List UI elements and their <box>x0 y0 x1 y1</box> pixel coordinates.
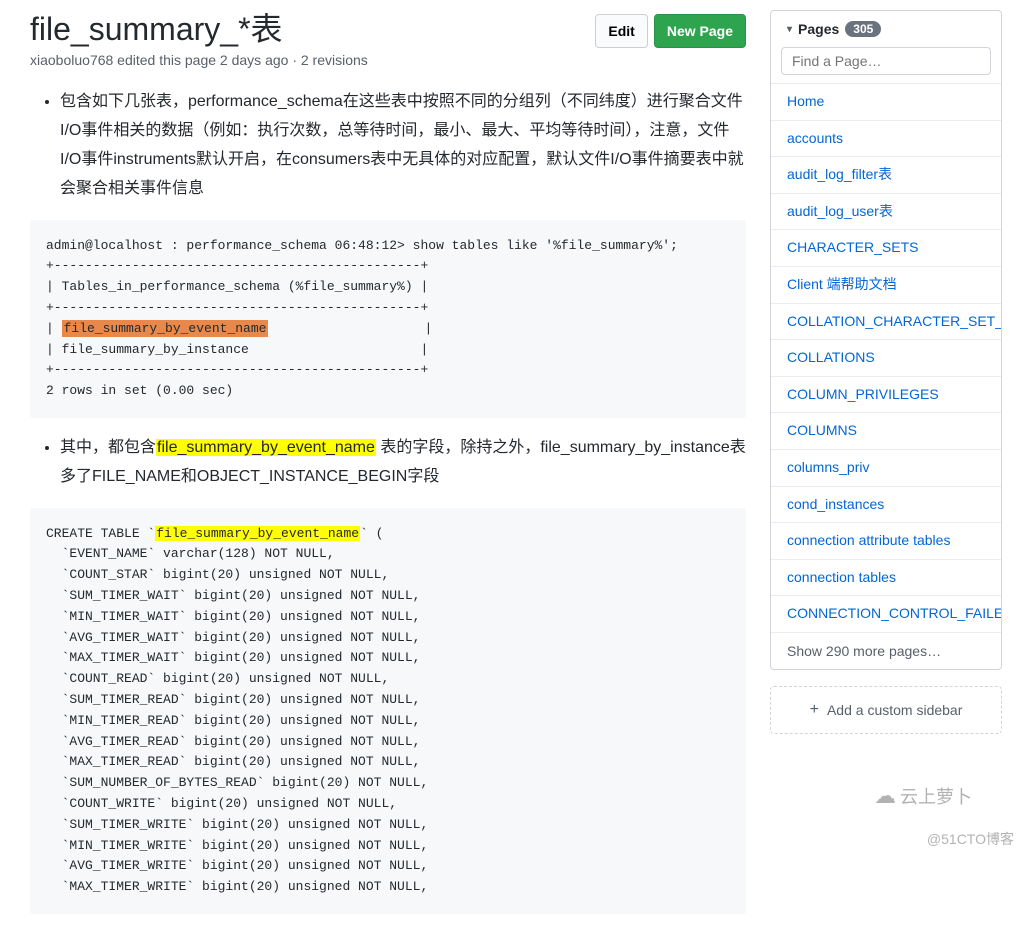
sidebar-item-columns-priv[interactable]: columns_priv <box>771 449 1001 486</box>
pages-count-badge: 305 <box>845 21 881 37</box>
show-more-pages[interactable]: Show 290 more pages… <box>771 632 1001 669</box>
pages-header[interactable]: ▾ Pages 305 <box>771 11 1001 47</box>
sidebar-item-home[interactable]: Home <box>771 83 1001 120</box>
code-block-1: admin@localhost : performance_schema 06:… <box>30 220 746 418</box>
sidebar-item-column-privileges[interactable]: COLUMN_PRIVILEGES <box>771 376 1001 413</box>
sidebar-item-audit-log-user[interactable]: audit_log_user表 <box>771 193 1001 230</box>
sidebar-item-columns[interactable]: COLUMNS <box>771 412 1001 449</box>
sidebar-item-collations[interactable]: COLLATIONS <box>771 339 1001 376</box>
highlight-yellow: file_summary_by_event_name <box>155 526 360 541</box>
sidebar: ▾ Pages 305 Home accounts audit_log_filt… <box>770 10 1002 930</box>
pages-box: ▾ Pages 305 Home accounts audit_log_filt… <box>770 10 1002 670</box>
page-title: file_summary_*表 <box>30 10 595 48</box>
edit-button[interactable]: Edit <box>595 14 647 48</box>
sidebar-item-cond-instances[interactable]: cond_instances <box>771 486 1001 523</box>
caret-down-icon: ▾ <box>787 24 792 35</box>
sidebar-item-conn-attr-tables[interactable]: connection attribute tables <box>771 522 1001 559</box>
add-sidebar-label: Add a custom sidebar <box>827 702 962 718</box>
add-custom-sidebar[interactable]: + Add a custom sidebar <box>770 686 1002 734</box>
page-subtitle: xiaoboluo768 edited this page 2 days ago… <box>30 52 595 68</box>
main-content: file_summary_*表 xiaoboluo768 edited this… <box>30 10 770 930</box>
sidebar-item-collation-charset-app[interactable]: COLLATION_CHARACTER_SET_APPLICABILITY <box>771 303 1001 340</box>
content-bullet-1: 包含如下几张表，performance_schema在这些表中按照不同的分组列（… <box>60 88 746 203</box>
sidebar-item-client-help[interactable]: Client 端帮助文档 <box>771 266 1001 303</box>
highlight-yellow: file_summary_by_event_name <box>156 439 376 456</box>
page-header: file_summary_*表 xiaoboluo768 edited this… <box>30 10 746 68</box>
plus-icon: + <box>810 701 819 719</box>
sidebar-item-conn-tables[interactable]: connection tables <box>771 559 1001 596</box>
new-page-button[interactable]: New Page <box>654 14 746 48</box>
find-page-input[interactable] <box>781 47 991 75</box>
sidebar-item-conn-control-failed[interactable]: CONNECTION_CONTROL_FAILED_LOGIN_ATTEMPTS <box>771 595 1001 632</box>
code-block-2: CREATE TABLE `file_summary_by_event_name… <box>30 508 746 914</box>
sidebar-item-audit-log-filter[interactable]: audit_log_filter表 <box>771 156 1001 193</box>
pages-label: Pages <box>798 21 839 37</box>
highlight-orange: file_summary_by_event_name <box>62 320 269 337</box>
sidebar-item-accounts[interactable]: accounts <box>771 120 1001 157</box>
sidebar-item-character-sets[interactable]: CHARACTER_SETS <box>771 229 1001 266</box>
pages-list: Home accounts audit_log_filter表 audit_lo… <box>771 83 1001 632</box>
content-bullet-2: 其中，都包含file_summary_by_event_name 表的字段，除持… <box>60 434 746 492</box>
